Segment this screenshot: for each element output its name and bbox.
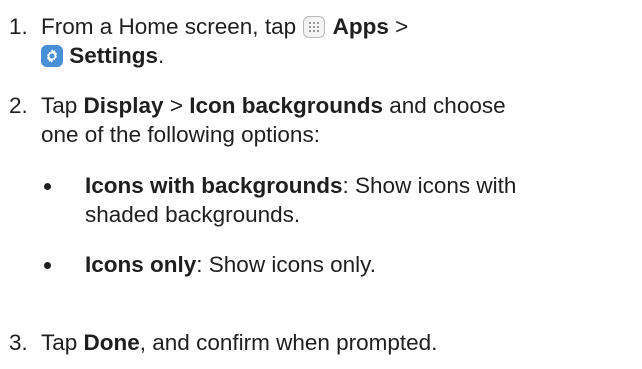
bullet-icon bbox=[44, 183, 51, 190]
option-desc: : Show icons with bbox=[342, 173, 517, 198]
step-text-fragment: , and confirm when prompted. bbox=[139, 330, 438, 355]
display-label: Display bbox=[83, 93, 164, 118]
option-label: Icons with backgrounds bbox=[85, 173, 343, 198]
step-text-fragment: and choose bbox=[383, 93, 506, 118]
instructions-page: 1. From a Home screen, tap Apps > Settin… bbox=[0, 0, 642, 369]
apps-grid-icon bbox=[303, 16, 326, 38]
option-text: Icons only: Show icons only. bbox=[85, 250, 642, 279]
step-number: 3. bbox=[9, 330, 28, 355]
option-line-1: Icons only: Show icons only. bbox=[85, 250, 642, 279]
done-label: Done bbox=[83, 330, 140, 355]
icon-backgrounds-label: Icon backgrounds bbox=[189, 93, 384, 118]
step-text: From a Home screen, tap Apps > Settings. bbox=[41, 12, 642, 70]
step-text-fragment: . bbox=[158, 43, 165, 68]
step-text-fragment: Tap bbox=[41, 93, 84, 118]
option-line-2: shaded backgrounds. bbox=[85, 202, 301, 227]
step-1-line-1: From a Home screen, tap Apps > bbox=[41, 12, 642, 41]
option-desc: : Show icons only. bbox=[196, 252, 376, 277]
step-2-line-1: Tap Display > Icon backgrounds and choos… bbox=[41, 91, 642, 120]
option-line-1: Icons with backgrounds: Show icons with bbox=[85, 171, 642, 200]
step-text-fragment: > bbox=[163, 93, 190, 118]
step-number: 1. bbox=[9, 14, 28, 39]
step-text-fragment: > bbox=[388, 14, 409, 39]
bullet-icon bbox=[44, 262, 51, 269]
step-text: Tap Done, and confirm when prompted. bbox=[41, 328, 642, 357]
option-text: Icons with backgrounds: Show icons with … bbox=[85, 171, 642, 229]
step-text-fragment: From a Home screen, tap bbox=[41, 14, 303, 39]
option-label: Icons only bbox=[85, 252, 197, 277]
step-2-line-2: one of the following options: bbox=[41, 122, 320, 147]
step-3-line-1: Tap Done, and confirm when prompted. bbox=[41, 328, 642, 357]
apps-label: Apps bbox=[332, 14, 389, 39]
gear-icon bbox=[41, 45, 63, 67]
settings-label: Settings bbox=[69, 43, 159, 68]
step-number: 2. bbox=[9, 93, 28, 118]
step-text-fragment: Tap bbox=[41, 330, 84, 355]
step-1-line-2: Settings. bbox=[41, 41, 642, 70]
step-text: Tap Display > Icon backgrounds and choos… bbox=[41, 91, 642, 149]
